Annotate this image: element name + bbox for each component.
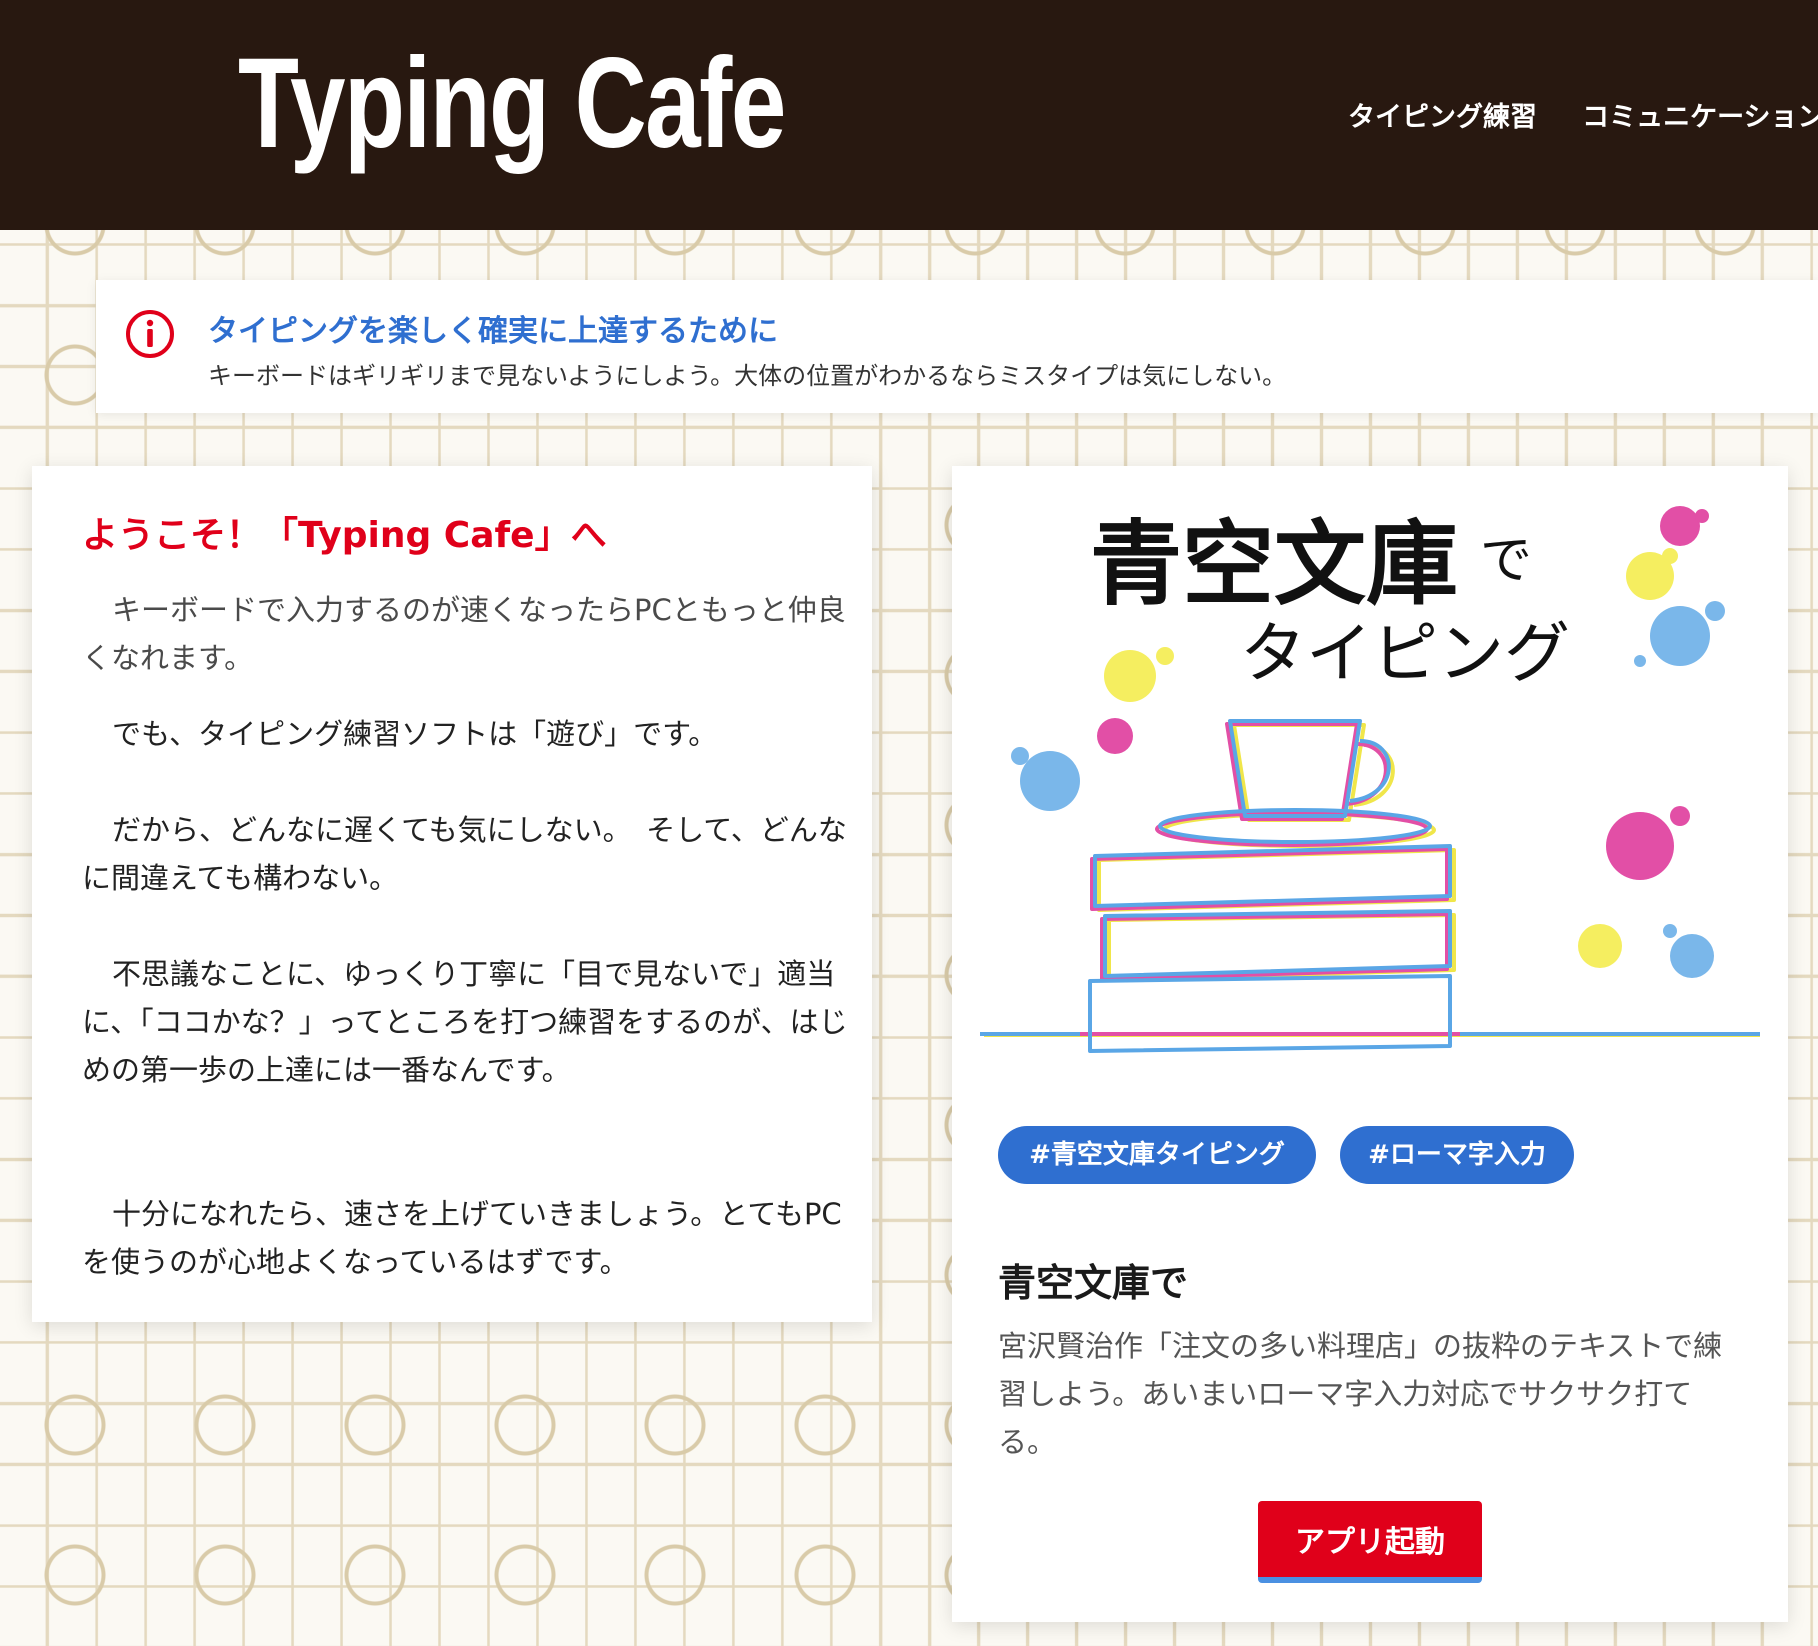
tag-romaji-input[interactable]: #ローマ字入力: [1340, 1126, 1574, 1184]
notice-title: タイピングを楽しく確実に上達するために: [208, 314, 778, 349]
art-title-line1: 青空文庫: [1090, 510, 1458, 618]
nav-item-typing-practice[interactable]: タイピング練習: [1348, 95, 1537, 134]
main-nav: タイピング練習 コミュニケーション: [1348, 95, 1818, 134]
welcome-card: ようこそ！「Typing Cafe」へ キーボードで入力するのが速くなったらPC…: [32, 466, 872, 1322]
info-icon: [126, 310, 174, 358]
welcome-paragraph: 十分になれたら、速さを上げていきましょう。とてもPCを使うのが心地よくなっている…: [82, 1197, 842, 1279]
tag-aozora-typing[interactable]: #青空文庫タイピング: [998, 1126, 1316, 1184]
aozora-typing-illustration[interactable]: 青空文庫 で タイピング: [980, 486, 1760, 1086]
app-card-aozora: 青空文庫 で タイピング #青空文庫タイピング #ローマ字入力 青空文庫で 宮沢…: [952, 466, 1788, 1622]
app-card-title: 青空文庫で: [998, 1261, 1189, 1305]
site-header: Typing Cafe タイピング練習 コミュニケーション: [0, 0, 1818, 230]
app-card-description: 宮沢賢治作「注文の多い料理店」の抜粋のテキストで練習しよう。あいまいローマ字入力…: [998, 1329, 1723, 1459]
nav-item-communication[interactable]: コミュニケーション: [1582, 95, 1818, 134]
art-title-line1-small: で: [1480, 531, 1532, 591]
welcome-title: ようこそ！「Typing Cafe」へ: [82, 515, 607, 556]
welcome-paragraph: だから、どんなに遅くても気にしない。 そして、どんなに間違えても構わない。: [82, 813, 847, 895]
welcome-paragraph: でも、タイピング練習ソフトは「遊び」です。: [112, 717, 718, 751]
site-logo[interactable]: Typing Cafe: [238, 30, 786, 177]
art-title-line2: タイピング: [1240, 615, 1570, 692]
tip-notice: タイピングを楽しく確実に上達するために キーボードはギリギリまで見ないようにしよ…: [96, 280, 1818, 413]
launch-app-button[interactable]: アプリ起動: [1258, 1501, 1482, 1583]
welcome-paragraph: 不思議なことに、ゆっくり丁寧に「目で見ないで」適当に、「ココかな？」ってところを…: [82, 957, 848, 1087]
welcome-paragraph: キーボードで入力するのが速くなったらPCともっと仲良くなれます。: [82, 593, 846, 675]
notice-body: キーボードはギリギリまで見ないようにしよう。大体の位置がわかるならミスタイプは気…: [208, 362, 1287, 390]
